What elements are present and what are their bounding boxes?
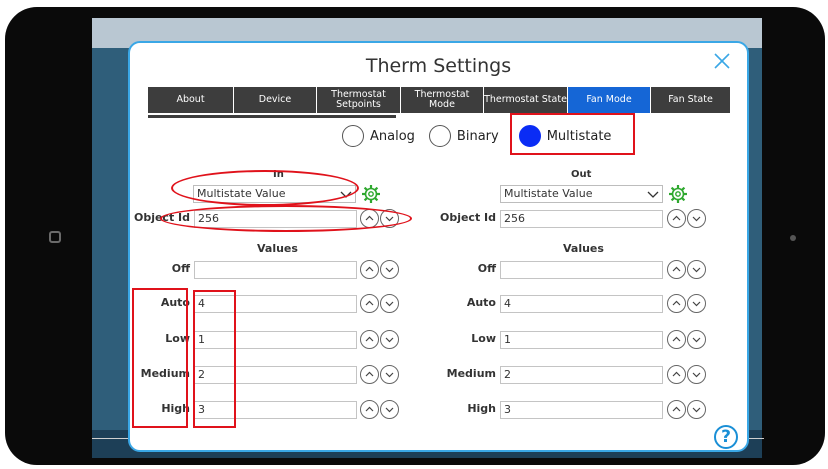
chevron-up-icon[interactable] — [667, 294, 686, 313]
annotation-object-id-highlight — [160, 205, 412, 232]
in-auto-stepper — [360, 294, 399, 313]
background-divider — [748, 438, 764, 439]
out-off-label: Off — [477, 262, 496, 275]
out-medium-stepper — [667, 365, 706, 384]
out-off-stepper — [667, 260, 706, 279]
in-medium-stepper — [360, 365, 399, 384]
chevron-down-icon[interactable] — [687, 260, 706, 279]
chevron-up-icon[interactable] — [360, 294, 379, 313]
out-heading: Out — [571, 169, 592, 180]
chevron-down-icon[interactable] — [687, 400, 706, 419]
radio-circle[interactable] — [428, 125, 451, 147]
select-value: Multistate Value — [504, 187, 593, 200]
chevron-down-icon[interactable] — [380, 365, 399, 384]
tab-thermostat-mode[interactable]: Thermostat Mode — [401, 87, 484, 113]
out-auto-input[interactable]: 4 — [500, 295, 663, 313]
out-medium-input[interactable]: 2 — [500, 366, 663, 384]
in-high-stepper — [360, 400, 399, 419]
out-object-type-select[interactable]: Multistate Value — [500, 185, 663, 203]
radio-label: Analog — [370, 128, 415, 144]
close-icon[interactable] — [712, 51, 732, 71]
chevron-down-icon[interactable] — [687, 365, 706, 384]
gear-icon[interactable] — [361, 184, 381, 204]
chevron-down-icon[interactable] — [380, 294, 399, 313]
in-low-stepper — [360, 330, 399, 349]
out-object-id-stepper — [667, 209, 706, 228]
chevron-down-icon[interactable] — [380, 400, 399, 419]
annotation-object-type-highlight — [171, 170, 359, 206]
annotation-multistate-highlight — [510, 113, 635, 155]
tab-fan-state[interactable]: Fan State — [651, 87, 731, 113]
out-high-label: High — [467, 402, 496, 415]
out-low-input[interactable]: 1 — [500, 331, 663, 349]
chevron-up-icon[interactable] — [360, 260, 379, 279]
out-medium-label: Medium — [446, 367, 496, 380]
annotation-values-highlight — [193, 290, 236, 428]
radio-label: Binary — [456, 128, 499, 144]
tab-underline — [148, 115, 396, 118]
out-high-input[interactable]: 3 — [500, 401, 663, 419]
tab-thermostat-setpoints[interactable]: Thermostat Setpoints — [317, 87, 401, 113]
gear-icon[interactable] — [668, 184, 688, 204]
out-low-label: Low — [471, 332, 496, 345]
chevron-down-icon — [647, 191, 659, 198]
tab-thermostat-state[interactable]: Thermostat State — [484, 87, 568, 113]
radio-analog[interactable]: Analog — [342, 125, 415, 147]
out-low-stepper — [667, 330, 706, 349]
tab-bar: About Device Thermostat Setpoints Thermo… — [148, 87, 731, 113]
chevron-up-icon[interactable] — [667, 400, 686, 419]
dialog-title: Therm Settings — [365, 55, 512, 77]
chevron-down-icon[interactable] — [687, 330, 706, 349]
out-off-input[interactable] — [500, 261, 663, 279]
camera-dot — [790, 235, 796, 241]
in-values-heading: Values — [257, 242, 298, 255]
background-divider — [92, 438, 132, 439]
in-off-label: Off — [171, 262, 190, 275]
chevron-up-icon[interactable] — [667, 209, 686, 228]
chevron-down-icon[interactable] — [380, 330, 399, 349]
in-off-input[interactable] — [194, 261, 357, 279]
annotation-labels-highlight — [132, 288, 188, 428]
tab-about[interactable]: About — [148, 87, 234, 113]
out-high-stepper — [667, 400, 706, 419]
out-auto-stepper — [667, 294, 706, 313]
out-values-heading: Values — [563, 242, 604, 255]
chevron-up-icon[interactable] — [667, 365, 686, 384]
tab-fan-mode[interactable]: Fan Mode — [568, 87, 651, 113]
chevron-up-icon[interactable] — [667, 330, 686, 349]
chevron-down-icon[interactable] — [380, 260, 399, 279]
chevron-up-icon[interactable] — [360, 365, 379, 384]
chevron-up-icon[interactable] — [360, 330, 379, 349]
chevron-up-icon[interactable] — [360, 400, 379, 419]
help-button[interactable]: ? — [714, 425, 738, 449]
chevron-down-icon[interactable] — [687, 209, 706, 228]
in-off-stepper — [360, 260, 399, 279]
out-object-id-label: Object Id — [439, 211, 496, 224]
chevron-down-icon[interactable] — [687, 294, 706, 313]
chevron-up-icon[interactable] — [667, 260, 686, 279]
radio-circle[interactable] — [342, 125, 364, 147]
out-auto-label: Auto — [466, 296, 496, 309]
radio-binary[interactable]: Binary — [428, 125, 499, 147]
out-object-id-input[interactable]: 256 — [500, 210, 663, 228]
tab-device[interactable]: Device — [234, 87, 317, 113]
home-button[interactable] — [49, 231, 61, 243]
